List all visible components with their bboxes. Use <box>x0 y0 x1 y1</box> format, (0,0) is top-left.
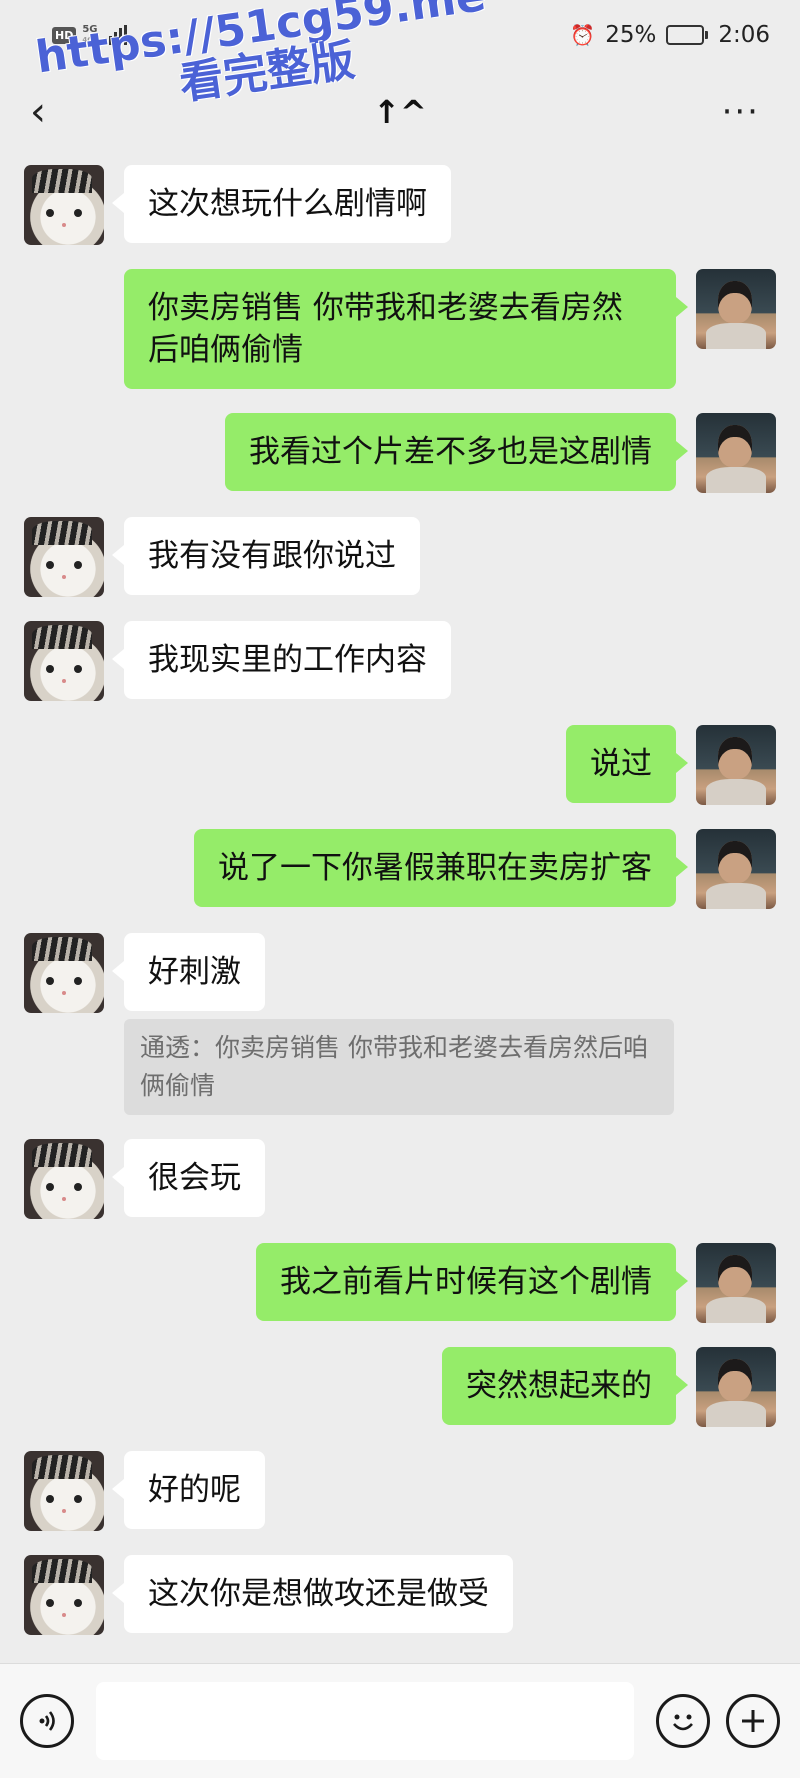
message-row: 说过 <box>0 725 800 805</box>
received-message-bubble[interactable]: 好的呢 <box>112 1451 265 1529</box>
contact-avatar[interactable] <box>24 1451 104 1531</box>
sent-message-bubble[interactable]: 我看过个片差不多也是这剧情 <box>225 413 688 491</box>
message-row: 好刺激通透：你卖房销售 你带我和老婆去看房然后咱俩偷情 <box>0 933 800 1115</box>
plus-icon[interactable] <box>726 1694 780 1748</box>
received-message-bubble[interactable]: 我有没有跟你说过 <box>112 517 420 595</box>
message-row: 你卖房销售 你带我和老婆去看房然后咱俩偷情 <box>0 269 800 389</box>
message-row: 说了一下你暑假兼职在卖房扩客 <box>0 829 800 909</box>
message-row: 我现实里的工作内容 <box>0 621 800 701</box>
more-options-icon[interactable]: ··· <box>722 95 760 129</box>
battery-icon <box>666 25 709 45</box>
message-row: 我有没有跟你说过 <box>0 517 800 597</box>
received-message-bubble[interactable]: 这次你是想做攻还是做受 <box>112 1555 513 1633</box>
quoted-reply[interactable]: 通透：你卖房销售 你带我和老婆去看房然后咱俩偷情 <box>124 1019 674 1115</box>
contact-avatar[interactable] <box>24 621 104 701</box>
message-row: 突然想起来的 <box>0 1347 800 1427</box>
voice-icon[interactable] <box>20 1694 74 1748</box>
battery-percent: 25% <box>605 22 657 48</box>
clock: 2:06 <box>718 22 770 48</box>
voice-waves-icon <box>39 1711 55 1731</box>
received-message-bubble[interactable]: 很会玩 <box>112 1139 265 1217</box>
received-message-bubble[interactable]: 这次想玩什么剧情啊 <box>112 165 451 243</box>
alarm-icon: ⏰ <box>570 23 596 47</box>
message-row: 这次想玩什么剧情啊 <box>0 165 800 245</box>
input-bar <box>0 1663 800 1778</box>
my-avatar[interactable] <box>696 1243 776 1323</box>
my-avatar[interactable] <box>696 1347 776 1427</box>
sent-message-bubble[interactable]: 我之前看片时候有这个剧情 <box>256 1243 688 1321</box>
message-row: 我看过个片差不多也是这剧情 <box>0 413 800 493</box>
add-icon <box>742 1710 764 1732</box>
contact-avatar[interactable] <box>24 517 104 597</box>
contact-avatar[interactable] <box>24 165 104 245</box>
my-avatar[interactable] <box>696 725 776 805</box>
contact-avatar[interactable] <box>24 1139 104 1219</box>
my-avatar[interactable] <box>696 413 776 493</box>
contact-avatar[interactable] <box>24 1555 104 1635</box>
message-row: 这次你是想做攻还是做受 <box>0 1555 800 1635</box>
contact-avatar[interactable] <box>24 933 104 1013</box>
received-message-bubble[interactable]: 我现实里的工作内容 <box>112 621 451 699</box>
sent-message-bubble[interactable]: 突然想起来的 <box>442 1347 688 1425</box>
sent-message-bubble[interactable]: 你卖房销售 你带我和老婆去看房然后咱俩偷情 <box>124 269 688 389</box>
message-row: 好的呢 <box>0 1451 800 1531</box>
message-input[interactable] <box>96 1682 634 1760</box>
emoji-icon[interactable] <box>656 1694 710 1748</box>
sent-message-bubble[interactable]: 说了一下你暑假兼职在卖房扩客 <box>194 829 688 907</box>
smiley-face-icon <box>673 1714 693 1731</box>
sent-message-bubble[interactable]: 说过 <box>566 725 688 803</box>
message-row: 我之前看片时候有这个剧情 <box>0 1243 800 1323</box>
received-message-bubble[interactable]: 好刺激 <box>112 933 265 1011</box>
message-list: 这次想玩什么剧情啊你卖房销售 你带我和老婆去看房然后咱俩偷情我看过个片差不多也是… <box>0 165 800 1659</box>
my-avatar[interactable] <box>696 829 776 909</box>
my-avatar[interactable] <box>696 269 776 349</box>
status-right: ⏰ 25% 2:06 <box>570 22 770 48</box>
message-with-quote: 好刺激通透：你卖房销售 你带我和老婆去看房然后咱俩偷情 <box>104 933 674 1115</box>
message-row: 很会玩 <box>0 1139 800 1219</box>
